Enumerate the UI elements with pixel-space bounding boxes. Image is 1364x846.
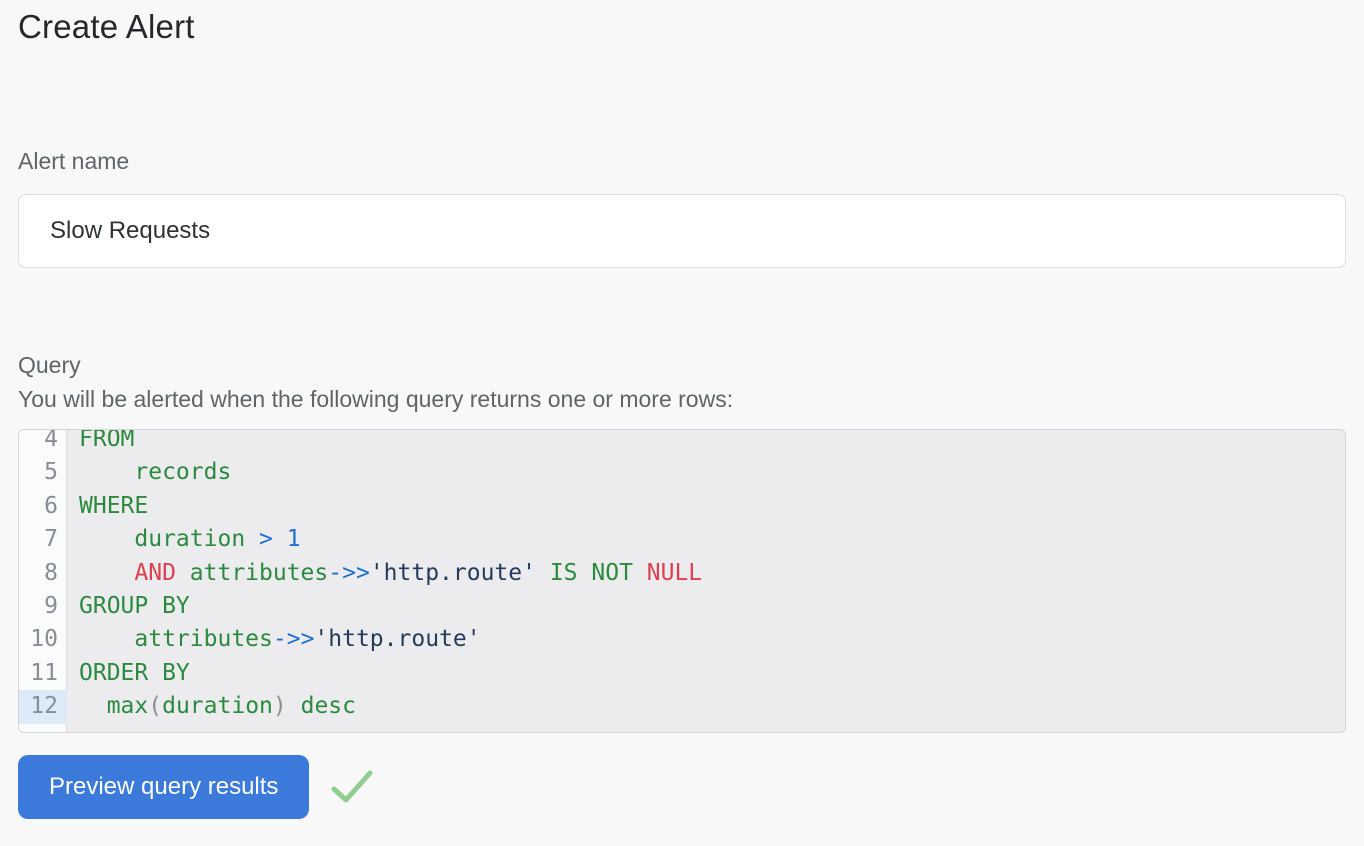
query-label: Query (18, 351, 1346, 379)
code-text: GROUP BY (67, 590, 1345, 623)
alert-name-input[interactable] (18, 194, 1346, 268)
line-number: 12 (19, 690, 67, 723)
actions-row: Preview query results (18, 755, 1346, 819)
line-number: 8 (19, 557, 67, 590)
line-number: 10 (19, 623, 67, 656)
code-text: attributes->>'http.route' (67, 623, 1345, 656)
code-line: 10 attributes->>'http.route' (19, 623, 1345, 656)
code-line: 4FROM (19, 429, 1345, 456)
code-text: max(duration) desc (67, 690, 1345, 723)
create-alert-page: Create Alert Alert name Query You will b… (0, 8, 1364, 819)
code-line: 6WHERE (19, 490, 1345, 523)
code-line: 8 AND attributes->>'http.route' IS NOT N… (19, 557, 1345, 590)
line-number: 6 (19, 490, 67, 523)
code-text: FROM (67, 429, 1345, 456)
line-number: 5 (19, 456, 67, 489)
code-text: WHERE (67, 490, 1345, 523)
code-line: 5 records (19, 456, 1345, 489)
line-number: 4 (19, 429, 67, 456)
sql-query-editor[interactable]: 4FROM5 records6WHERE7 duration > 18 AND … (18, 429, 1346, 733)
code-text: duration > 1 (67, 523, 1345, 556)
code-text: ORDER BY (67, 657, 1345, 690)
line-number: 11 (19, 657, 67, 690)
code-line: 11ORDER BY (19, 657, 1345, 690)
line-number: 7 (19, 523, 67, 556)
line-number: 9 (19, 590, 67, 623)
code-line: 9GROUP BY (19, 590, 1345, 623)
page-title: Create Alert (18, 8, 1346, 46)
code-text: records (67, 456, 1345, 489)
preview-query-results-button[interactable]: Preview query results (18, 755, 309, 819)
code-lines: 4FROM5 records6WHERE7 duration > 18 AND … (19, 429, 1345, 724)
code-line: 12 max(duration) desc (19, 690, 1345, 723)
code-line: 7 duration > 1 (19, 523, 1345, 556)
query-description: You will be alerted when the following q… (18, 385, 1346, 413)
check-icon (329, 767, 375, 807)
code-text: AND attributes->>'http.route' IS NOT NUL… (67, 557, 1345, 590)
alert-name-label: Alert name (18, 147, 1346, 175)
